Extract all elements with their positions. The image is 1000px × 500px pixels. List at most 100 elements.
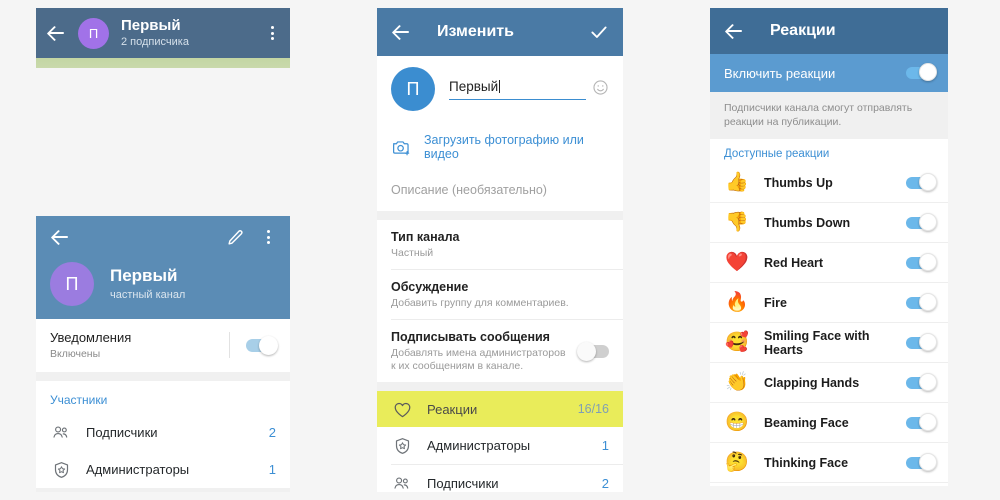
reaction-toggle[interactable] (906, 412, 937, 431)
notifications-row[interactable]: Уведомления Включены (36, 319, 290, 372)
row-count: 2 (268, 425, 276, 440)
row-label: Подписчики (427, 476, 499, 491)
setting-row-channel-type[interactable]: Тип канала Частный (377, 220, 623, 269)
channel-name-input[interactable]: Первый (449, 79, 586, 100)
channel-type: частный канал (110, 289, 186, 301)
screenshot-canvas: П Первый 2 подписчика П Первый частный к… (0, 0, 1000, 500)
channel-name: Первый (110, 266, 178, 285)
subscribers-icon (50, 425, 72, 441)
notifications-card: Уведомления Включены (36, 319, 290, 372)
thumbs-down-emoji: 👎 (725, 212, 749, 233)
menu-row-reactions[interactable]: Реакции 16/16 (377, 391, 623, 427)
setting-title: Подписывать сообщения (391, 330, 550, 344)
reaction-label: Red Heart (764, 255, 824, 270)
reaction-row[interactable]: 🤔 Thinking Face (710, 443, 948, 482)
channel-name-editor: П Первый (377, 56, 623, 124)
sign-messages-toggle[interactable] (577, 341, 609, 361)
setting-row-discussion[interactable]: Обсуждение Добавить группу для комментар… (377, 270, 623, 319)
profile-header: П Первый частный канал (36, 216, 290, 319)
notifications-label: Уведомления (50, 330, 132, 345)
divider (229, 332, 230, 358)
upload-photo-label: Загрузить фотографию или видео (424, 133, 584, 161)
row-count: 1 (601, 438, 609, 453)
reaction-toggle[interactable] (906, 172, 937, 191)
members-card: Участники Подписчики 2 Администраторы 1 (36, 381, 290, 488)
subscribers-icon (391, 476, 413, 492)
setting-subtitle: Частный (391, 247, 434, 259)
reactions-panel: Реакции Включить реакции Подписчики кана… (710, 8, 948, 486)
shield-star-icon (50, 461, 72, 479)
profile-row-subscribers[interactable]: Подписчики 2 (36, 414, 290, 451)
channel-profile-panel: П Первый частный канал Уведомления Включ… (36, 216, 290, 492)
avatar[interactable]: П (78, 17, 109, 49)
channel-header-preview: П Первый 2 подписчика (36, 8, 290, 68)
reactions-list: 👍 Thumbs Up 👎 Thumbs Down ❤️ Red Heart 🔥… (710, 163, 948, 486)
reaction-row[interactable]: 😁 Beaming Face (710, 403, 948, 442)
thumbs-up-emoji: 👍 (725, 172, 749, 193)
clapping-hands-emoji: 👏 (725, 372, 749, 393)
section-gap (36, 372, 290, 381)
pencil-icon[interactable] (227, 229, 244, 246)
back-arrow-icon[interactable] (50, 227, 70, 247)
reaction-label: Clapping Hands (764, 375, 860, 390)
notifications-toggle[interactable] (246, 335, 278, 355)
back-arrow-icon[interactable] (46, 23, 66, 43)
reaction-label: Thinking Face (764, 455, 849, 470)
reaction-toggle[interactable] (906, 452, 937, 471)
text-caret (499, 79, 501, 93)
row-label: Администраторы (86, 462, 190, 477)
channel-settings-card: Тип канала Частный Обсуждение Добавить г… (377, 220, 623, 382)
upload-photo-row[interactable]: Загрузить фотографию или видео (377, 124, 623, 173)
members-section-label: Участники (50, 393, 108, 407)
enable-reactions-label: Включить реакции (724, 65, 836, 81)
description-input[interactable]: Описание (необязательно) (377, 173, 623, 211)
setting-title: Обсуждение (391, 280, 469, 294)
channel-name-value: Первый (449, 78, 499, 94)
menu-row-admins[interactable]: Администраторы 1 (377, 427, 623, 464)
reaction-label: Beaming Face (764, 415, 849, 430)
reaction-row[interactable]: 👏 Clapping Hands (710, 363, 948, 402)
smiley-icon[interactable] (592, 79, 609, 96)
avatar[interactable]: П (50, 262, 94, 306)
menu-row-subscribers[interactable]: Подписчики 2 (377, 465, 623, 492)
back-arrow-icon[interactable] (724, 21, 744, 41)
reaction-row[interactable]: 👎 Thumbs Down (710, 203, 948, 242)
reaction-toggle[interactable] (906, 252, 937, 271)
management-list-card: Реакции 16/16 Администраторы 1 Подписчик… (377, 391, 623, 492)
available-reactions-label: Доступные реакции (710, 139, 948, 163)
profile-name-block: Первый частный канал (110, 266, 185, 302)
reaction-toggle[interactable] (906, 212, 937, 231)
reaction-row-partial[interactable]: 🤯 (710, 483, 948, 486)
smiling-face-with-hearts-emoji: 🥰 (725, 332, 749, 353)
kebab-menu-icon[interactable] (264, 23, 280, 43)
reaction-row[interactable]: 🔥 Fire (710, 283, 948, 322)
check-icon[interactable] (589, 22, 609, 42)
reaction-label: Fire (764, 295, 787, 310)
fire-emoji: 🔥 (725, 292, 749, 313)
row-label: Администраторы (427, 438, 531, 453)
avatar[interactable]: П (391, 67, 435, 111)
setting-title: Тип канала (391, 230, 460, 244)
reaction-toggle[interactable] (906, 292, 937, 311)
kebab-menu-icon[interactable] (260, 227, 276, 247)
reaction-row[interactable]: ❤️ Red Heart (710, 243, 948, 282)
enable-reactions-toggle[interactable] (906, 63, 937, 81)
reaction-label: Thumbs Down (764, 215, 851, 230)
setting-row-sign-messages[interactable]: Подписывать сообщения Добавлять имена ад… (377, 320, 623, 382)
channel-name-field[interactable]: Первый (449, 79, 609, 100)
reactions-appbar: Реакции (710, 8, 948, 54)
profile-row-admins[interactable]: Администраторы 1 (36, 451, 290, 488)
reaction-row[interactable]: 👍 Thumbs Up (710, 163, 948, 202)
reaction-toggle[interactable] (906, 372, 937, 391)
red-heart-emoji: ❤️ (725, 252, 749, 273)
reaction-toggle[interactable] (906, 332, 937, 351)
reaction-row[interactable]: 🥰 Smiling Face with Hearts (710, 323, 948, 362)
enable-reactions-row[interactable]: Включить реакции (710, 54, 948, 92)
profile-identity: П Первый частный канал (36, 262, 290, 306)
row-label: Подписчики (86, 425, 158, 440)
row-count: 16/16 (577, 402, 609, 416)
back-arrow-icon[interactable] (391, 22, 411, 42)
edit-channel-panel: Изменить П Первый Загрузить фотографию и… (377, 8, 623, 492)
camera-add-icon (391, 138, 411, 156)
row-count: 1 (268, 462, 276, 477)
